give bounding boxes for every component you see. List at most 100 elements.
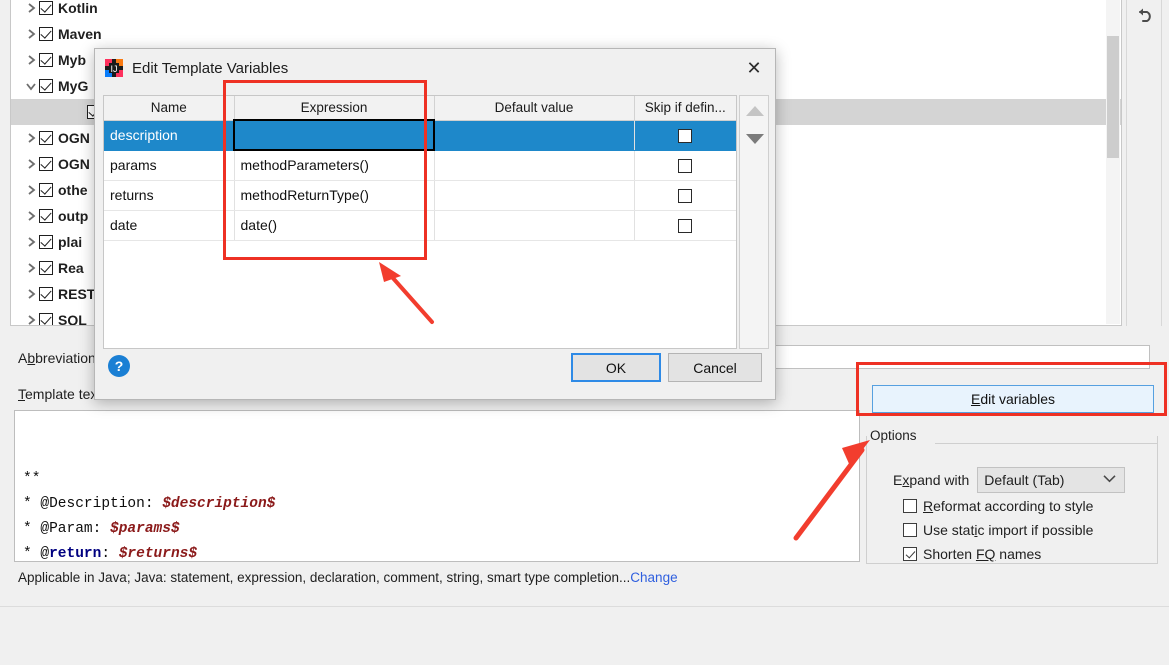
variables-table-body[interactable]: description params methodParameters() retur… <box>104 119 736 330</box>
close-icon[interactable]: ✕ <box>741 57 767 79</box>
column-header-default-value[interactable]: Default value <box>434 96 635 121</box>
chevron-right-icon[interactable] <box>23 28 39 40</box>
dialog-ok-button[interactable]: OK <box>571 353 661 382</box>
template-text-line: * @Description: $description$ <box>23 492 851 517</box>
tree-item-checkbox[interactable] <box>39 235 53 249</box>
skip-if-defined-checkbox[interactable] <box>678 159 693 174</box>
tree-item-checkbox[interactable] <box>39 1 53 15</box>
change-context-link[interactable]: Change <box>630 570 677 585</box>
help-icon[interactable]: ? <box>108 355 130 377</box>
cell-name[interactable]: date <box>104 210 235 241</box>
template-text-line: * @Param: $params$ <box>23 517 851 542</box>
shorten-fq-names-checkbox[interactable]: Shorten FQ names <box>903 546 1041 562</box>
table-row[interactable]: date date() <box>104 210 736 241</box>
template-text-line: * @return: $returns$ <box>23 542 851 562</box>
cell-expression[interactable] <box>233 119 435 151</box>
tree-vertical-scrollbar[interactable] <box>1106 0 1120 324</box>
chevron-right-icon[interactable] <box>23 236 39 248</box>
shorten-fq-names-label: Shorten FQ names <box>923 546 1042 562</box>
cell-skip-if-defined[interactable] <box>634 210 736 241</box>
tree-item-checkbox[interactable] <box>39 261 53 275</box>
tree-scrollbar-thumb[interactable] <box>1107 36 1119 158</box>
tree-item-checkbox[interactable] <box>39 157 53 171</box>
cell-default-value[interactable] <box>434 180 635 211</box>
tree-item-label: Kotlin <box>58 0 98 16</box>
chevron-right-icon[interactable] <box>23 132 39 144</box>
tree-item-checkbox[interactable] <box>39 313 53 325</box>
undo-arrow-icon[interactable] <box>1135 6 1155 26</box>
cell-default-value[interactable] <box>434 120 635 151</box>
chevron-right-icon[interactable] <box>23 184 39 196</box>
chevron-right-icon[interactable] <box>23 288 39 300</box>
table-row[interactable]: returns methodReturnType() <box>104 180 736 211</box>
tree-item-checkbox[interactable] <box>39 287 53 301</box>
table-empty-row <box>104 240 736 330</box>
tree-item[interactable]: Maven <box>11 21 1121 47</box>
chevron-right-icon[interactable] <box>23 158 39 170</box>
tree-item-checkbox[interactable] <box>39 183 53 197</box>
triangle-down-icon[interactable] <box>746 134 764 144</box>
skip-if-defined-checkbox[interactable] <box>678 129 693 144</box>
expand-with-select[interactable]: Default (Tab) <box>977 467 1126 493</box>
use-static-import-checkbox[interactable]: Use static import if possible <box>903 522 1093 538</box>
template-text-label-text: Template text: <box>18 386 106 402</box>
template-text-line: ** <box>23 467 851 492</box>
cell-name[interactable]: description <box>104 120 235 151</box>
edit-variables-button[interactable]: Edit variables <box>872 385 1154 413</box>
expand-with-value: Default (Tab) <box>984 472 1065 488</box>
cell-default-value[interactable] <box>434 150 635 181</box>
column-header-expression[interactable]: Expression <box>234 96 435 121</box>
cell-expression[interactable]: date() <box>234 210 435 241</box>
cell-expression[interactable]: methodReturnType() <box>234 180 435 211</box>
template-token: * @ <box>23 546 50 562</box>
cell-empty <box>234 240 434 330</box>
intellij-idea-icon: IJ <box>105 59 123 77</box>
tree-item-label: OGN <box>58 130 90 146</box>
dialog-ok-label: OK <box>605 359 627 376</box>
tree-item-label: SQL <box>58 312 87 325</box>
cell-expression[interactable]: methodParameters() <box>234 150 435 181</box>
chevron-down-icon[interactable] <box>23 80 39 92</box>
table-row[interactable]: description <box>104 119 736 151</box>
cell-skip-if-defined[interactable] <box>634 180 736 211</box>
tree-item-checkbox[interactable] <box>39 79 53 93</box>
cell-default-value[interactable] <box>434 210 635 241</box>
tree-item-checkbox[interactable] <box>39 131 53 145</box>
checkbox-box-shorten-fq <box>903 547 917 561</box>
tree-item-checkbox[interactable] <box>39 53 53 67</box>
dialog-cancel-button[interactable]: Cancel <box>668 353 762 382</box>
expand-with-label: Expand with <box>893 472 970 488</box>
dialog-footer: ? OK Cancel <box>95 347 775 399</box>
screen-root: KotlinMavenMybMyGaOGNOGNotheoutpplaiReaR… <box>0 0 1169 665</box>
reformat-according-to-style-checkbox[interactable]: Reformat according to style <box>903 498 1093 514</box>
variable-reorder-controls <box>739 95 769 349</box>
checkbox-box-static-import <box>903 523 917 537</box>
table-row[interactable]: params methodParameters() <box>104 150 736 181</box>
dialog-title: Edit Template Variables <box>132 59 289 77</box>
template-text-editor[interactable]: ** * @Description: $description$ * @Param:… <box>14 410 860 562</box>
chevron-right-icon[interactable] <box>23 210 39 222</box>
cell-skip-if-defined[interactable] <box>634 150 736 181</box>
cell-skip-if-defined[interactable] <box>634 120 736 151</box>
chevron-right-icon[interactable] <box>23 2 39 14</box>
chevron-right-icon[interactable] <box>23 262 39 274</box>
skip-if-defined-checkbox[interactable] <box>678 189 693 204</box>
skip-if-defined-checkbox[interactable] <box>678 219 693 234</box>
applicable-context-text: Applicable in Java; Java: statement, exp… <box>18 570 631 585</box>
column-header-name[interactable]: Name <box>104 96 235 121</box>
tree-item[interactable]: Kotlin <box>11 0 1121 21</box>
chevron-right-icon[interactable] <box>23 54 39 66</box>
variables-table[interactable]: Name Expression Default value Skip if de… <box>103 95 737 349</box>
chevron-right-icon[interactable] <box>23 314 39 325</box>
checkbox-box-reformat <box>903 499 917 513</box>
column-header-skip-if-defined[interactable]: Skip if defin... <box>634 96 736 121</box>
triangle-up-icon[interactable] <box>746 106 764 116</box>
tree-item-checkbox[interactable] <box>39 209 53 223</box>
tree-item-label: REST <box>58 286 96 302</box>
cell-name[interactable]: params <box>104 150 235 181</box>
cell-name[interactable]: returns <box>104 180 235 211</box>
dialog-title-bar: IJ Edit Template Variables ✕ <box>95 49 775 87</box>
tree-item-checkbox[interactable] <box>39 27 53 41</box>
options-group-legend: Options <box>868 429 920 443</box>
template-token: * @Param: <box>23 521 111 537</box>
